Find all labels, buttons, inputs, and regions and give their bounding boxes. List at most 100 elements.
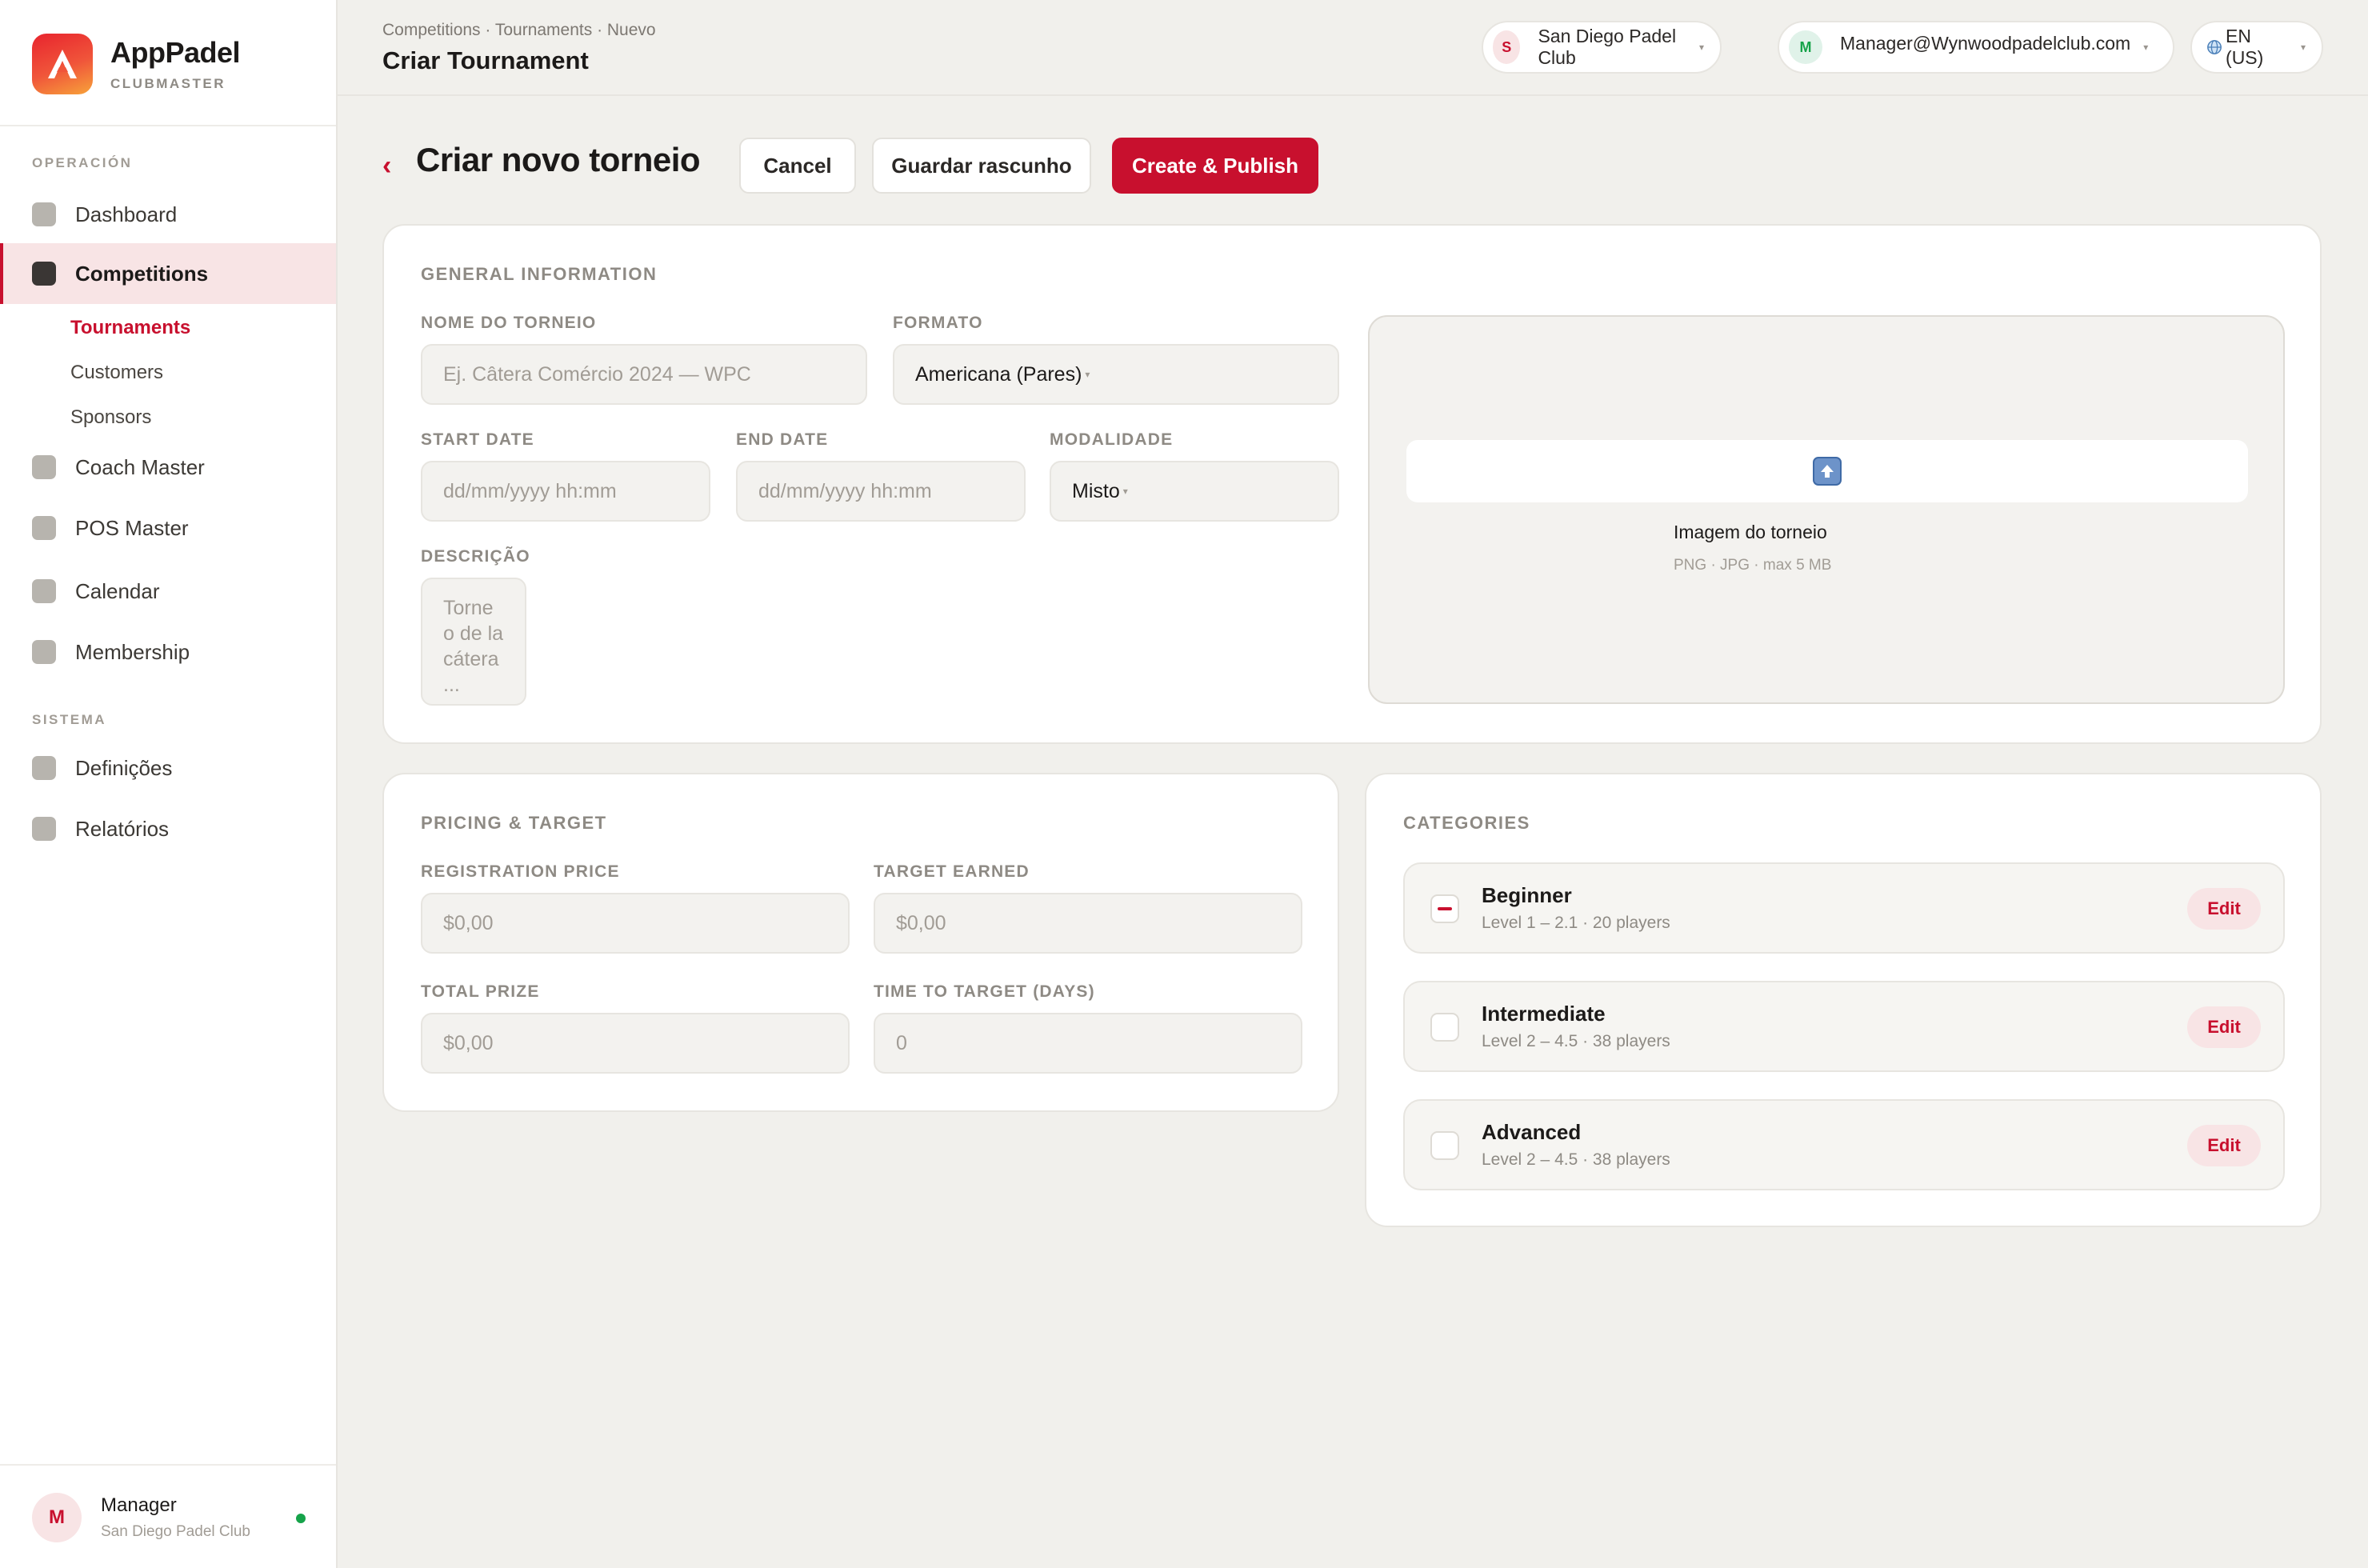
sidebar-item-pos-master[interactable]: POS Master [0, 499, 336, 557]
start-date-input[interactable]: dd/mm/yyyy hh:mm [421, 461, 710, 522]
membership-icon [32, 640, 56, 664]
format-select[interactable]: Americana (Pares) ▾ [893, 344, 1339, 405]
time-to-target-label: TIME TO TARGET (DAYS) [874, 982, 1095, 1001]
club-name: San Diego Padel Club [1538, 26, 1677, 68]
category-row-advanced[interactable]: Advanced Level 2 – 4.5 · 38 players Edit [1403, 1099, 2285, 1190]
category-checkbox[interactable] [1430, 1013, 1459, 1042]
cancel-button[interactable]: Cancel [739, 138, 856, 194]
sidebar-item-relatorios[interactable]: Relatórios [0, 800, 336, 858]
settings-icon [32, 756, 56, 780]
coach-master-icon [32, 455, 56, 479]
account-avatar: M [1789, 30, 1822, 64]
online-status-icon [296, 1514, 306, 1523]
account-selector[interactable]: M Manager@Wynwoodpadelclub.com ▾ [1778, 21, 2174, 74]
start-date-label: START DATE [421, 430, 534, 449]
registration-price-value: $0,00 [443, 911, 494, 934]
category-row-intermediate[interactable]: Intermediate Level 2 – 4.5 · 38 players … [1403, 981, 2285, 1072]
image-upload-title: Imagem do torneio [1674, 522, 1827, 542]
save-draft-button[interactable]: Guardar rascunho [872, 138, 1091, 194]
registration-price-input[interactable]: $0,00 [421, 893, 850, 954]
user-profile[interactable]: M Manager San Diego Padel Club [0, 1464, 336, 1568]
category-name: Advanced [1482, 1120, 1582, 1144]
modality-value: Misto [1072, 479, 1120, 502]
time-to-target-input[interactable]: 0 [874, 1013, 1302, 1074]
page-title: Criar Tournament [382, 46, 589, 74]
time-to-target-value: 0 [896, 1031, 907, 1054]
chevron-down-icon: ▾ [1085, 369, 1090, 380]
end-date-placeholder: dd/mm/yyyy hh:mm [758, 479, 932, 502]
sidebar: AppPadel CLUBMASTER OPERACIÓN Dashboard … [0, 0, 338, 1568]
sidebar-item-dashboard[interactable]: Dashboard [0, 186, 336, 243]
user-name: Manager [101, 1494, 177, 1516]
registration-price-label: REGISTRATION PRICE [421, 862, 620, 881]
reports-icon [32, 817, 56, 841]
edit-category-button[interactable]: Edit [2187, 1125, 2261, 1166]
section-label-operacion: OPERACIÓN [32, 155, 133, 170]
modality-label: MODALIDADE [1050, 430, 1174, 449]
sidebar-item-competitions[interactable]: Competitions [0, 243, 336, 304]
upload-button[interactable] [1406, 440, 2248, 502]
sidebar-item-label: Definições [75, 755, 173, 780]
target-earned-input[interactable]: $0,00 [874, 893, 1302, 954]
form-heading: Criar novo torneio [416, 141, 701, 178]
chevron-down-icon: ▾ [2143, 42, 2149, 53]
section-label-sistema: SISTEMA [32, 712, 107, 727]
dashboard-icon [32, 202, 56, 226]
format-label: FORMATO [893, 314, 983, 332]
total-prize-label: TOTAL PRIZE [421, 982, 540, 1001]
image-upload-dropzone[interactable]: Imagem do torneio PNG · JPG · max 5 MB [1368, 315, 2285, 704]
sidebar-item-coach-master[interactable]: Coach Master [0, 438, 336, 496]
sidebar-item-membership[interactable]: Membership [0, 623, 336, 681]
edit-category-button[interactable]: Edit [2187, 888, 2261, 930]
apppadel-logo-icon [32, 34, 93, 94]
end-date-input[interactable]: dd/mm/yyyy hh:mm [736, 461, 1026, 522]
sidebar-subitem-sponsors[interactable]: Sponsors [70, 406, 151, 429]
description-textarea[interactable]: Torneo de la cátera ... [421, 578, 526, 706]
tournament-name-input[interactable]: Ej. Câtera Comércio 2024 — WPC [421, 344, 867, 405]
avatar: M [32, 1493, 82, 1542]
globe-icon [2207, 40, 2222, 54]
sidebar-item-label: Relatórios [75, 816, 170, 841]
sidebar-subitem-customers[interactable]: Customers [70, 362, 163, 384]
category-meta: Level 1 – 2.1 · 20 players [1482, 914, 1670, 932]
tournament-name-placeholder: Ej. Câtera Comércio 2024 — WPC [443, 362, 751, 386]
category-row-beginner[interactable]: Beginner Level 1 – 2.1 · 20 players Edit [1403, 862, 2285, 954]
language-selector[interactable]: EN (US) ▾ [2190, 21, 2323, 74]
general-information-title: GENERAL INFORMATION [421, 264, 658, 284]
target-earned-value: $0,00 [896, 911, 946, 934]
chevron-down-icon: ▾ [1122, 486, 1128, 497]
modality-select[interactable]: Misto ▾ [1050, 461, 1339, 522]
club-selector[interactable]: S San Diego Padel Club ▾ [1482, 21, 1722, 74]
back-icon[interactable]: ‹ [382, 150, 391, 182]
target-earned-label: TARGET EARNED [874, 862, 1030, 881]
topbar: Competitions · Tournaments · Nuevo Criar… [338, 0, 2368, 96]
calendar-icon [32, 579, 56, 603]
sidebar-item-calendar[interactable]: Calendar [0, 562, 336, 620]
category-checkbox[interactable] [1430, 1131, 1459, 1160]
image-upload-hint: PNG · JPG · max 5 MB [1674, 557, 1832, 574]
category-checkbox[interactable] [1430, 894, 1459, 923]
start-date-placeholder: dd/mm/yyyy hh:mm [443, 479, 617, 502]
account-email: Manager@Wynwoodpadelclub.com [1840, 32, 2131, 54]
minus-icon [1438, 907, 1452, 910]
create-publish-button[interactable]: Create & Publish [1112, 138, 1318, 194]
brand-name: AppPadel [110, 36, 241, 69]
competitions-icon [32, 262, 56, 286]
sidebar-item-label: POS Master [75, 515, 189, 540]
edit-category-button[interactable]: Edit [2187, 1006, 2261, 1048]
upload-arrow-icon [1813, 457, 1842, 486]
club-avatar: S [1493, 30, 1521, 64]
user-club: San Diego Padel Club [101, 1523, 250, 1540]
breadcrumb: Competitions · Tournaments · Nuevo [382, 21, 656, 39]
end-date-label: END DATE [736, 430, 829, 449]
category-name: Beginner [1482, 883, 1572, 907]
pos-master-icon [32, 516, 56, 540]
total-prize-input[interactable]: $0,00 [421, 1013, 850, 1074]
sidebar-item-definicoes[interactable]: Definições [0, 739, 336, 797]
sidebar-subitem-tournaments[interactable]: Tournaments [70, 317, 190, 339]
chevron-down-icon: ▾ [1698, 42, 1704, 53]
sidebar-item-label: Membership [75, 639, 190, 664]
total-prize-value: $0,00 [443, 1031, 494, 1054]
brand[interactable]: AppPadel CLUBMASTER [32, 34, 241, 94]
sidebar-item-label: Coach Master [75, 454, 205, 479]
